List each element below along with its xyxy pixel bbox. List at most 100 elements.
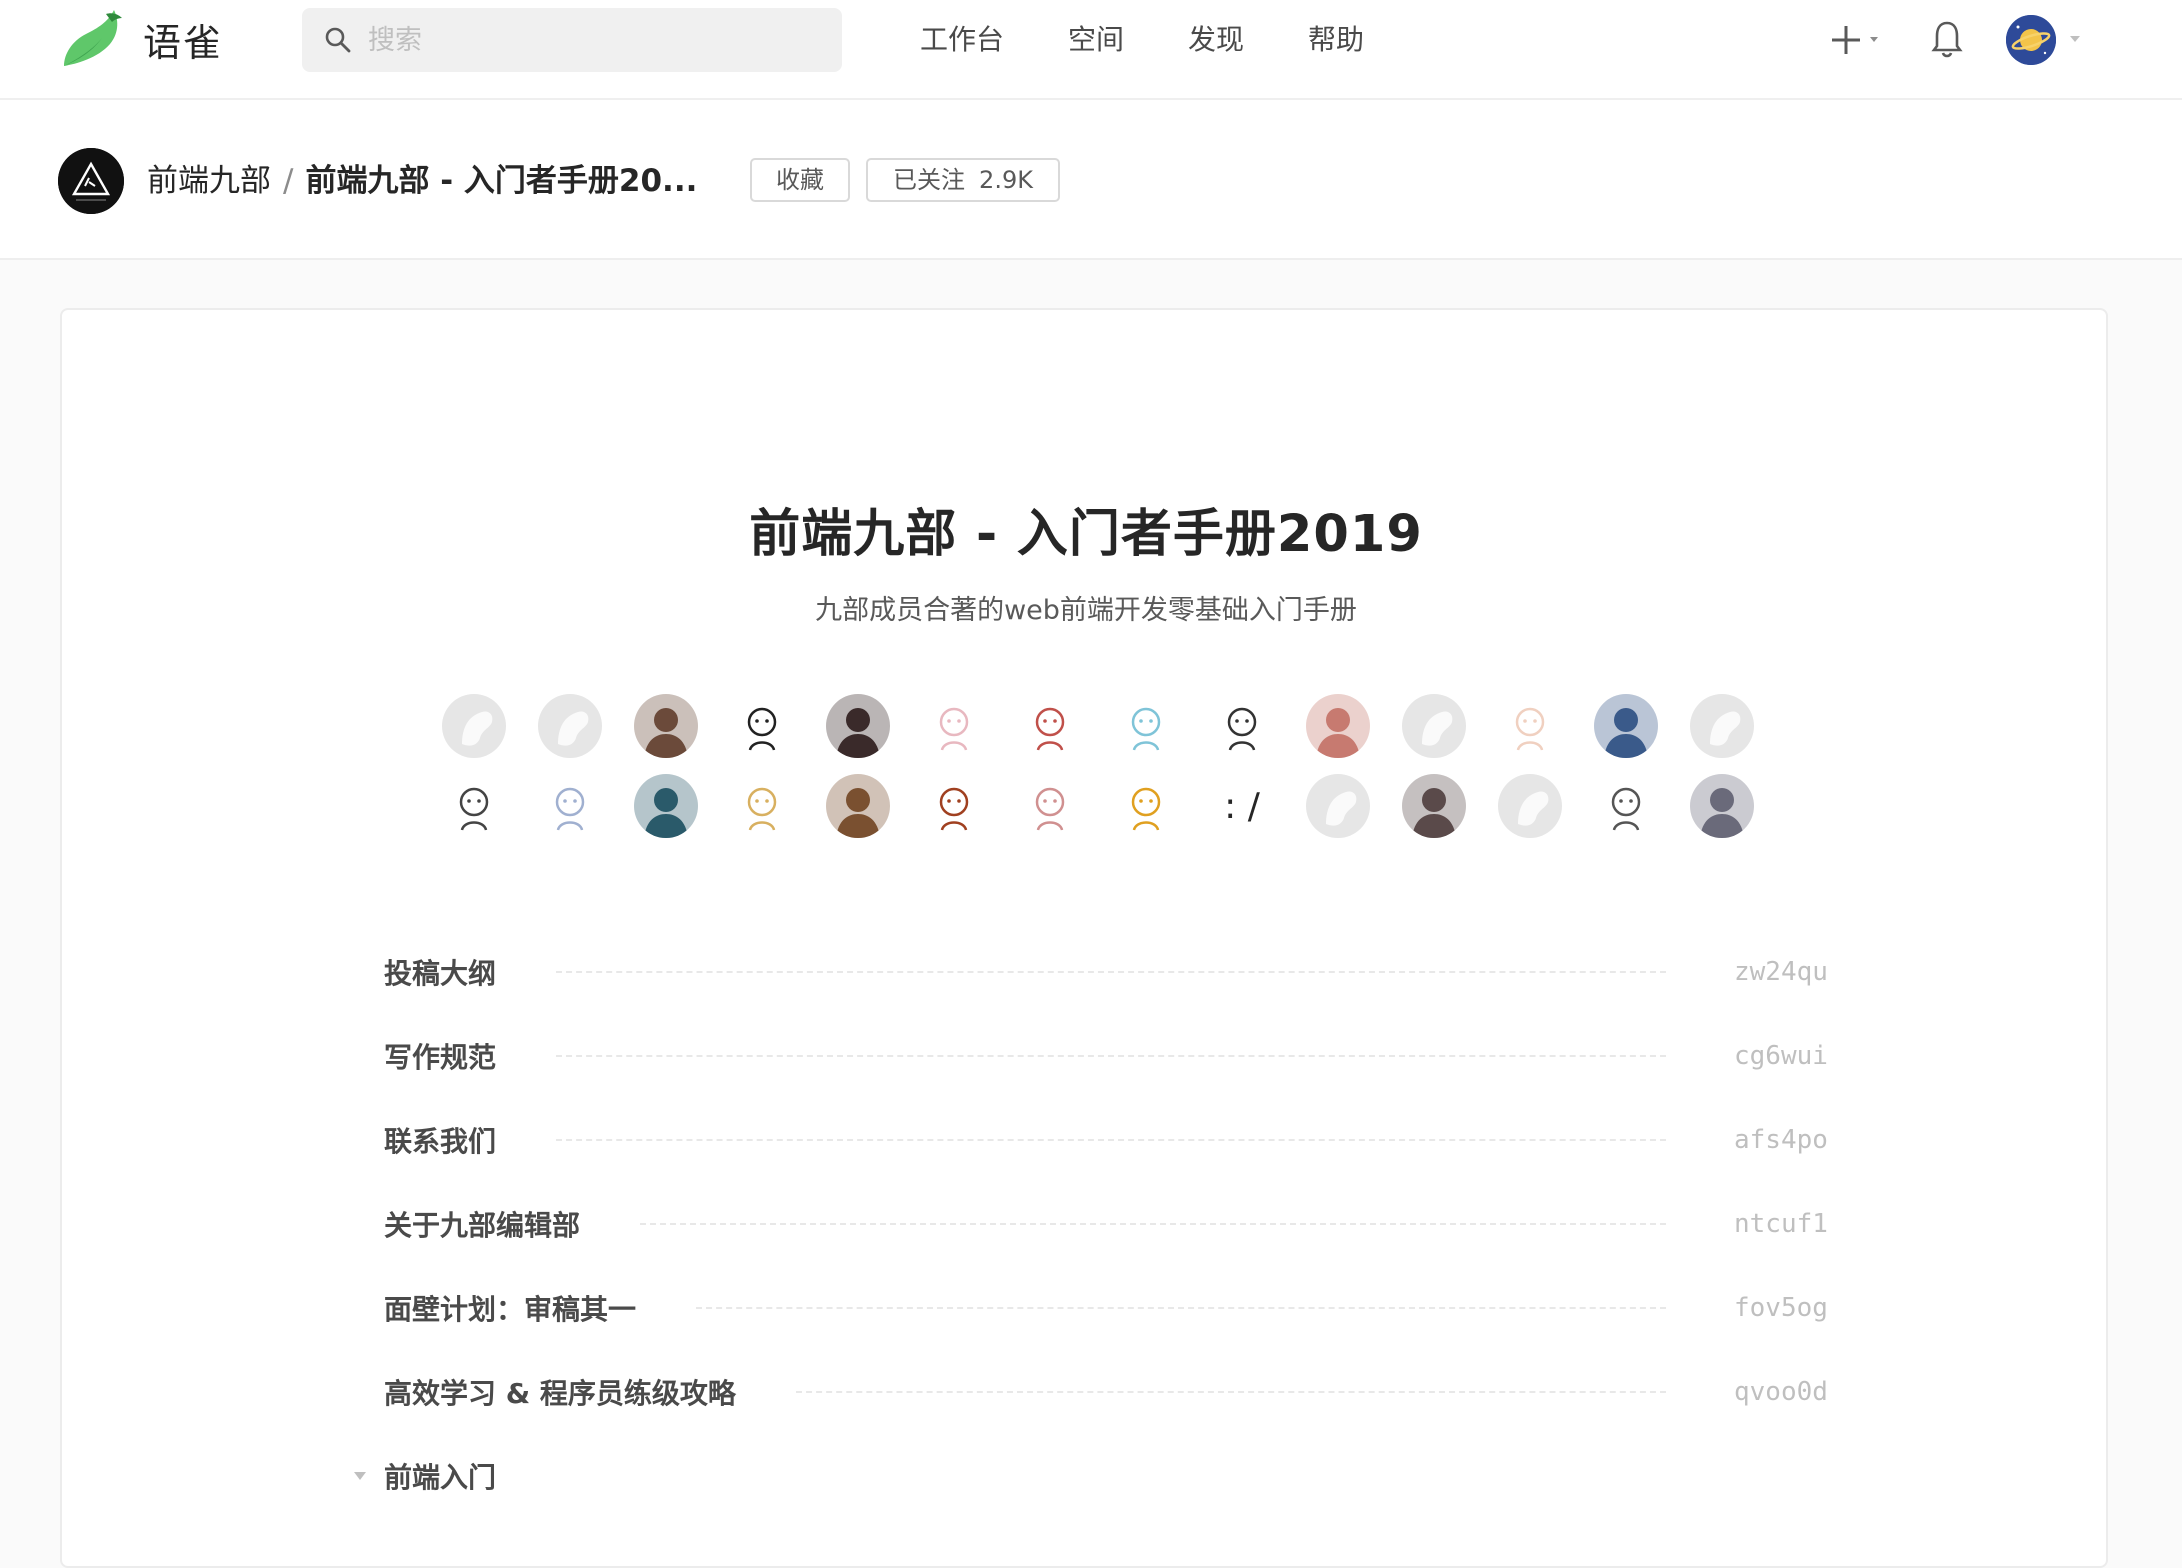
member-avatar[interactable] — [1114, 774, 1178, 838]
nav-discover[interactable]: 发现 — [1188, 20, 1244, 60]
nav-spaces[interactable]: 空间 — [1068, 20, 1124, 60]
toc-item-title[interactable]: 投稿大纲 — [384, 952, 556, 992]
breadcrumb-separator: / — [283, 163, 294, 199]
member-avatar[interactable] — [826, 694, 890, 758]
member-avatar[interactable] — [1594, 774, 1658, 838]
member-avatar[interactable] — [634, 694, 698, 758]
toc-item-slug: cg6wui — [1734, 1041, 1828, 1071]
member-avatar[interactable] — [1306, 694, 1370, 758]
breadcrumb-group[interactable]: 前端九部 — [147, 163, 271, 199]
group-avatar[interactable] — [58, 148, 124, 214]
collect-button[interactable]: 收藏 — [750, 158, 850, 202]
user-avatar[interactable] — [2006, 15, 2056, 65]
avatar-image — [1498, 774, 1562, 838]
book-card: 前端九部 - 入门者手册2019 九部成员合著的web前端开发零基础入门手册 :… — [60, 308, 2108, 1568]
search-input[interactable] — [368, 16, 818, 64]
avatar-image: : / — [1210, 774, 1274, 838]
toc-item-title[interactable]: 联系我们 — [384, 1120, 556, 1160]
table-of-contents: 投稿大纲 zw24qu 写作规范 cg6wui 联系我们 afs4po 关于九部… — [354, 930, 1844, 1518]
member-avatar[interactable] — [442, 774, 506, 838]
caret-down-icon[interactable] — [2068, 34, 2082, 44]
member-avatar[interactable] — [1402, 774, 1466, 838]
member-avatar[interactable] — [1498, 774, 1562, 838]
brand-name[interactable]: 语雀 — [143, 12, 223, 67]
member-avatar[interactable] — [634, 774, 698, 838]
toc-item[interactable]: 关于九部编辑部 ntcuf1 — [384, 1182, 1844, 1266]
toc-group[interactable]: 前端入门 — [354, 1434, 1844, 1518]
toc-item-slug: afs4po — [1734, 1125, 1828, 1155]
member-avatar[interactable] — [1594, 694, 1658, 758]
member-avatar[interactable] — [1306, 774, 1370, 838]
member-avatar[interactable] — [1210, 694, 1274, 758]
nav-workbench[interactable]: 工作台 — [920, 20, 1004, 60]
avatar-image — [826, 774, 890, 838]
avatar-image — [826, 694, 890, 758]
member-avatar[interactable] — [922, 774, 986, 838]
breadcrumb-book[interactable]: 前端九部 - 入门者手册20... — [305, 163, 697, 199]
member-avatar[interactable] — [1498, 694, 1562, 758]
avatar-image — [1018, 694, 1082, 758]
avatar-image — [1306, 694, 1370, 758]
member-avatar[interactable] — [538, 774, 602, 838]
avatar-image — [1114, 774, 1178, 838]
avatar-image — [1690, 694, 1754, 758]
search-icon — [325, 27, 351, 53]
toc-item-slug: zw24qu — [1734, 957, 1828, 987]
group-logo-icon — [58, 148, 124, 214]
member-avatar[interactable] — [1690, 694, 1754, 758]
avatar-image — [1210, 694, 1274, 758]
toc-leader — [556, 1139, 1666, 1141]
caret-down-icon[interactable] — [352, 1470, 368, 1482]
member-avatar[interactable] — [826, 774, 890, 838]
toc-item-title[interactable]: 写作规范 — [384, 1036, 556, 1076]
toc-item-slug: fov5og — [1734, 1293, 1828, 1323]
toc-leader — [696, 1307, 1666, 1309]
toc-item-title[interactable]: 关于九部编辑部 — [384, 1204, 640, 1244]
search-box[interactable] — [302, 8, 842, 72]
planet-avatar-icon — [2006, 15, 2056, 65]
toc-group-title[interactable]: 前端入门 — [384, 1456, 496, 1496]
toc-item[interactable]: 面壁计划：审稿其一 fov5og — [384, 1266, 1844, 1350]
toc-item-title[interactable]: 高效学习 & 程序员练级攻略 — [384, 1372, 796, 1412]
nav-help[interactable]: 帮助 — [1308, 20, 1364, 60]
follow-label: 已关注 — [893, 166, 966, 194]
avatar-image — [922, 774, 986, 838]
avatar-image — [538, 774, 602, 838]
toc-item[interactable]: 写作规范 cg6wui — [384, 1014, 1844, 1098]
avatar-image — [730, 774, 794, 838]
avatar-image — [1594, 774, 1658, 838]
member-avatar[interactable] — [1018, 774, 1082, 838]
avatar-image — [442, 774, 506, 838]
yuque-bird-icon[interactable] — [58, 8, 128, 70]
member-avatar[interactable] — [1018, 694, 1082, 758]
avatar-image — [1690, 774, 1754, 838]
toc-leader — [795, 1391, 1666, 1393]
avatar-image — [922, 694, 986, 758]
toc-leader — [556, 971, 1666, 973]
toc-item-title[interactable]: 面壁计划：审稿其一 — [384, 1288, 696, 1328]
avatar-image — [1306, 774, 1370, 838]
bell-icon[interactable] — [1930, 18, 1964, 60]
member-avatar[interactable] — [1114, 694, 1178, 758]
avatar-image — [1402, 694, 1466, 758]
avatar-image — [1114, 694, 1178, 758]
avatar-image — [1402, 774, 1466, 838]
member-avatars: : / — [426, 694, 1754, 838]
member-avatar[interactable] — [730, 774, 794, 838]
member-avatar[interactable] — [442, 694, 506, 758]
member-avatar[interactable] — [538, 694, 602, 758]
toc-item[interactable]: 联系我们 afs4po — [384, 1098, 1844, 1182]
toc-item[interactable]: 高效学习 & 程序员练级攻略 qvoo0d — [384, 1350, 1844, 1434]
member-avatar[interactable] — [1402, 694, 1466, 758]
plus-icon[interactable] — [1830, 20, 1886, 60]
member-avatar[interactable] — [730, 694, 794, 758]
avatar-image — [1498, 694, 1562, 758]
follow-button[interactable]: 已关注 2.9K — [866, 158, 1060, 202]
toc-item[interactable]: 投稿大纲 zw24qu — [384, 930, 1844, 1014]
main-nav: 工作台 空间 发现 帮助 — [920, 20, 1428, 60]
top-navbar: 语雀 工作台 空间 发现 帮助 — [0, 0, 2182, 100]
member-avatar[interactable] — [922, 694, 986, 758]
member-avatar[interactable]: : / — [1210, 774, 1274, 838]
avatar-image — [538, 694, 602, 758]
member-avatar[interactable] — [1690, 774, 1754, 838]
